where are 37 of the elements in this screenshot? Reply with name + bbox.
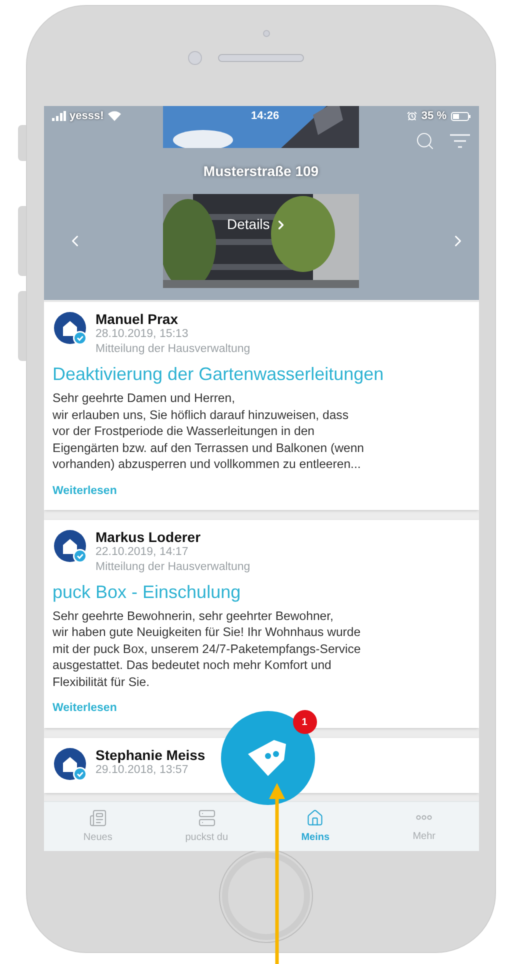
newspaper-icon [88,808,107,826]
more-icon [416,815,432,820]
post-excerpt: Sehr geehrte Damen und Herren, wir erlauben uns, Sie höflich darauf hinzuweisen, dass vor der Frostperiode die Wasserleitungen in den Eigengärten bzw. auf den Terrassen und Balkonen (wenn vorhanden) abzusperren und vollkommen zu entleeren... [52,390,366,472]
tab-item[interactable]: Neues [44,802,152,851]
battery-icon [450,112,470,120]
tab-item[interactable]: puckst du [152,802,261,851]
filter-icon[interactable] [448,133,470,149]
front-camera [188,51,202,65]
home-icon [306,808,324,826]
post-date: 29.10.2018, 13:57 [96,763,190,778]
list-icon [198,808,216,826]
read-more-link[interactable]: Weiterlesen [52,482,117,500]
alarm-icon [407,111,418,121]
search-icon[interactable] [414,131,434,151]
house-avatar-icon [52,311,88,347]
post-excerpt: Sehr geehrte Bewohnerin, sehr geehrter Bewohner, wir haben gute Neuigkeiten für Sie! Ihr Wohnhaus wurde mit der puck Box, unserem 24/7-Paketempfangs-Service ausgestattet. Das bedeutet noch mehr Komfort und Flexibilität für Sie. [52,608,362,690]
author-name: Markus Loderer [96,528,202,545]
house-avatar-icon [52,746,88,782]
signal-icon [52,111,66,121]
post-title: Deaktivierung der Gartenwasserleitungen [52,363,385,386]
post-date: 22.10.2019, 14:17 [96,544,190,560]
details-button[interactable]: Details [227,214,288,235]
clock-time: 14:26 [251,109,280,123]
house-avatar-icon [52,528,88,565]
author-name: Stephanie Meiss [96,746,206,762]
read-more-link[interactable]: Weiterlesen [52,700,117,718]
author-name: Manuel Prax [96,311,179,327]
tab-item[interactable]: Meins [261,802,370,851]
property-title: Musterstraße 109 [203,162,319,180]
post-category: Mitteilung der Hausverwaltung [96,560,250,575]
battery-percent: 35 % [421,109,446,123]
tab-item[interactable]: Mehr [370,802,478,851]
post-category: Mitteilung der Hausverwaltung [96,342,250,357]
post-title: puck Box - Einschulung [52,580,242,604]
post-date: 28.10.2019, 15:13 [96,327,190,342]
carrier-name: yesss! [70,109,104,123]
wifi-icon [108,111,121,121]
